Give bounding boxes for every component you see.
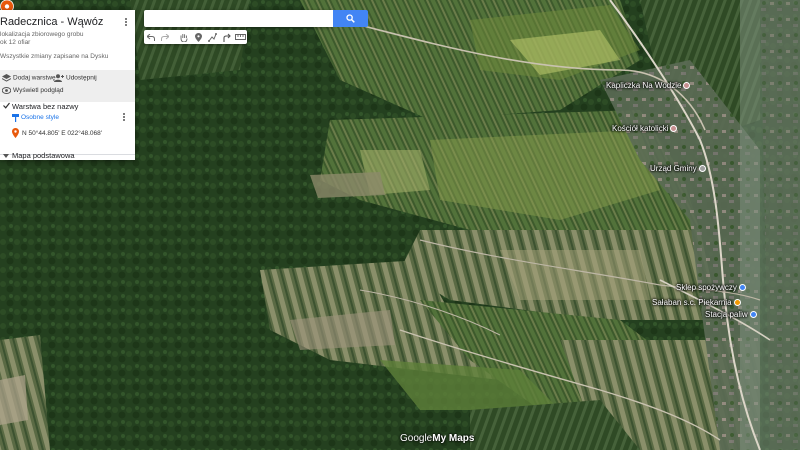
add-marker-button[interactable] (191, 30, 205, 44)
paint-roller-icon (12, 114, 19, 122)
place-name: Urząd Gminy (650, 164, 697, 173)
redo-button[interactable] (158, 30, 172, 44)
place-name: Sklep spożywczy (676, 283, 737, 292)
church-icon (670, 125, 678, 133)
panel-actions-bar: Dodaj warstwę Udostępnij Wyświetl podglą… (0, 70, 135, 102)
map-title[interactable]: Radecznica - Wąwóz (0, 16, 103, 28)
google-logo-text: Google (400, 433, 433, 444)
map-toolbar (144, 30, 247, 44)
share-button[interactable]: Udostępnij (54, 74, 97, 82)
place-label-salaban[interactable]: Sałaban s.c. Piekarnia (652, 298, 741, 307)
place-name: Sałaban s.c. Piekarnia (652, 298, 732, 307)
preview-label: Wyświetl podgląd (13, 87, 64, 95)
directions-icon (222, 33, 231, 42)
place-name: Kapliczka Na Wodzie (606, 81, 682, 90)
layer-options-kebab-icon[interactable] (122, 113, 126, 123)
ruler-icon (234, 34, 246, 40)
map-legend-panel: Radecznica - Wąwóz lokalizacja zbioroweg… (0, 10, 135, 160)
preview-button[interactable]: Wyświetl podgląd (1, 87, 64, 95)
government-building-icon (698, 165, 706, 173)
directions-button[interactable] (219, 30, 233, 44)
place-label-stacja[interactable]: Stacja paliw (705, 310, 757, 319)
add-person-icon (54, 74, 64, 82)
undo-button[interactable] (144, 30, 158, 44)
save-status: Wszystkie zmiany zapisane na Dysku (0, 53, 109, 60)
place-label-kosciol[interactable]: Kościół katolicki (612, 124, 678, 133)
select-items-button[interactable] (177, 30, 191, 44)
draw-line-button[interactable] (205, 30, 219, 44)
layers-icon (1, 74, 12, 82)
expand-arrow-icon[interactable] (3, 153, 9, 159)
map-options-kebab-icon[interactable] (124, 18, 128, 28)
church-icon (683, 82, 691, 90)
search-input[interactable] (144, 10, 333, 27)
share-label: Udostępnij (66, 74, 97, 82)
place-name: Kościół katolicki (612, 124, 669, 133)
draw-line-icon (207, 32, 217, 42)
place-label-kapliczka[interactable]: Kapliczka Na Wodzie (606, 81, 691, 90)
gas-station-icon (749, 311, 757, 319)
search-icon (346, 14, 355, 23)
bakery-icon (733, 299, 741, 307)
place-name: Stacja paliw (705, 310, 748, 319)
undo-icon (147, 33, 155, 41)
search-button[interactable] (333, 10, 368, 27)
eye-icon (1, 87, 12, 94)
add-marker-icon (194, 32, 202, 42)
map-description-line2[interactable]: ok 12 ofiar (0, 39, 30, 46)
redo-icon (161, 33, 169, 41)
add-layer-label: Dodaj warstwę (13, 74, 56, 82)
hand-icon (180, 33, 188, 42)
mymaps-logo-text: My Maps (432, 433, 475, 444)
add-layer-button[interactable]: Dodaj warstwę (1, 74, 56, 82)
shopping-cart-icon (738, 284, 746, 292)
location-pin-icon (12, 128, 19, 138)
map-description-line1[interactable]: lokalizacja zbiorowego grobu (0, 31, 83, 38)
measure-button[interactable] (233, 30, 247, 44)
marker-coordinates[interactable]: N 50°44.805' E 022°48.068' (22, 130, 102, 137)
google-my-maps-logo: GoogleMy Maps (400, 433, 474, 444)
place-label-urzad[interactable]: Urząd Gminy (650, 164, 706, 173)
place-label-sklep[interactable]: Sklep spożywczy (676, 283, 746, 292)
layer-visibility-checkbox[interactable] (3, 102, 10, 109)
base-map-selector[interactable]: Mapa podstawowa (12, 151, 75, 160)
layer-name[interactable]: Warstwa bez nazwy (12, 102, 78, 111)
individual-styles-link[interactable]: Osobne style (21, 114, 59, 121)
